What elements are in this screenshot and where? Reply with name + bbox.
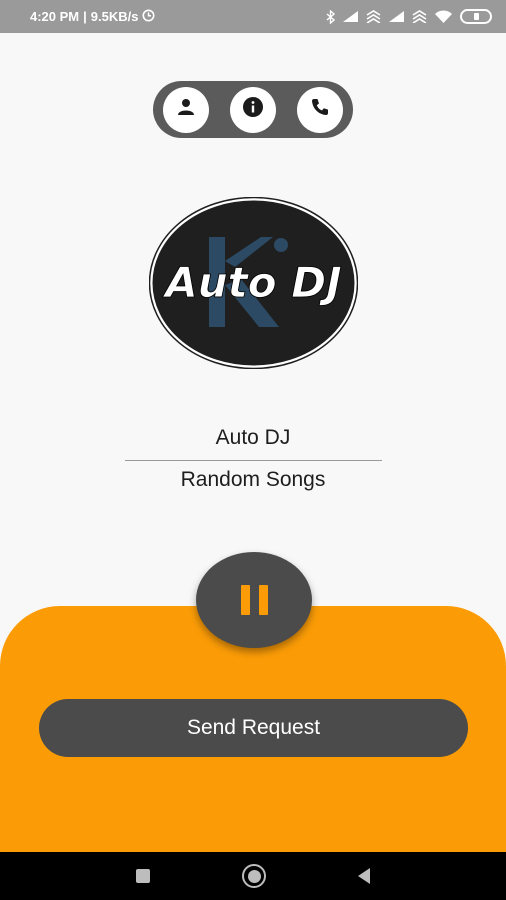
logo-text: Auto DJ: [162, 258, 341, 307]
call-button[interactable]: [297, 86, 343, 133]
bluetooth-icon: [326, 9, 335, 24]
status-left: 4:20 PM | 9.5KB/s: [30, 9, 155, 25]
info-button[interactable]: [230, 86, 276, 133]
data-icon: [412, 10, 427, 23]
station-logo: Auto DJ: [149, 197, 358, 369]
battery-icon: [460, 9, 492, 24]
station-subtitle: Random Songs: [180, 468, 326, 491]
recent-apps-icon[interactable]: [136, 869, 150, 883]
clock-icon: [142, 9, 155, 25]
signal-icon: [388, 10, 405, 23]
person-icon: [176, 97, 196, 122]
divider: [125, 460, 382, 461]
status-bar: 4:20 PM | 9.5KB/s: [0, 0, 506, 33]
data-icon: [366, 10, 381, 23]
phone-icon: [310, 97, 330, 122]
pause-icon: [240, 585, 250, 615]
info-icon: [242, 96, 264, 123]
navigation-bar: [0, 852, 506, 900]
status-time: 4:20 PM: [30, 9, 80, 24]
play-pause-button[interactable]: [196, 552, 312, 648]
status-separator: |: [83, 9, 87, 24]
station-title: Auto DJ: [215, 426, 291, 449]
top-action-bar: [153, 81, 353, 138]
home-icon[interactable]: [242, 864, 266, 888]
status-network-speed: 9.5KB/s: [90, 9, 139, 24]
profile-button[interactable]: [163, 86, 209, 133]
pause-icon-bar: [258, 585, 268, 615]
wifi-icon: [434, 9, 453, 24]
signal-icon: [342, 10, 359, 23]
back-icon[interactable]: [358, 868, 370, 884]
status-right: [326, 9, 492, 24]
send-request-button[interactable]: Send Request: [39, 699, 468, 757]
